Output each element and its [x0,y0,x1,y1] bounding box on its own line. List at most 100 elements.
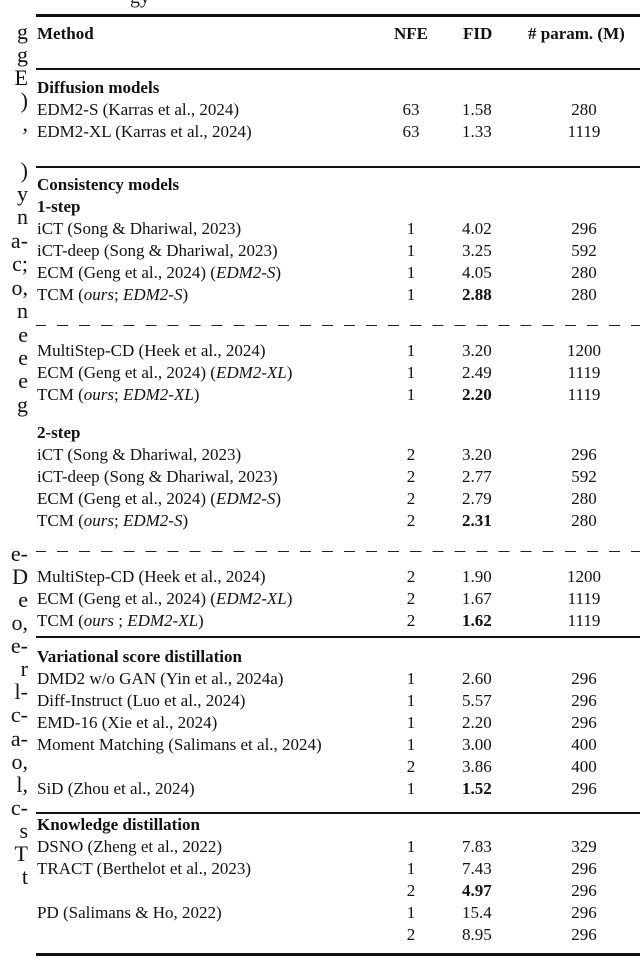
margin-text-fragment: g [17,42,28,67]
section-title: Knowledge distillation [37,815,200,834]
method-italic-part: ours [83,611,114,630]
fid-cell: 15.4 [462,903,492,922]
method-text-part: ; [113,385,123,404]
nfe-cell: 1 [406,385,416,404]
nfe-cell: 2 [406,757,416,776]
nfe-cell: 1 [406,363,416,382]
nfe-cell: 1 [406,263,416,282]
method-italic-part: ours [83,511,114,530]
margin-text-fragment: E [14,65,28,90]
nfe-cell: 1 [406,669,416,688]
nfe-cell: 1 [406,341,416,360]
method-cell: SiD (Zhou et al., 2024) [37,779,195,798]
margin-text-fragment: e [18,322,28,347]
margin-text-fragment: l, [16,772,28,797]
margin-text-fragment: ) [20,158,28,183]
method-cell: TCM (ours ; EDM2-XL) [37,610,204,632]
margin-text-fragment: e [18,345,28,370]
fid-cell: 3.25 [462,241,492,260]
nfe-cell: 1 [406,713,416,732]
method-text-part: TCM ( [37,285,84,304]
nfe-cell: 1 [406,241,416,260]
method-cell: EMD-16 (Xie et al., 2024) [37,713,218,732]
method-text-part: ECM (Geng et al., 2024) ( [37,363,216,382]
method-italic-part: EDM2-S [215,263,276,282]
params-cell: 280 [571,511,597,530]
dashed-separator [36,551,640,552]
nfe-cell: 1 [406,859,416,878]
params-cell: 400 [571,757,597,776]
margin-text-fragment: e- [10,633,28,658]
header-fid: FID [463,24,493,43]
method-italic-part: EDM2-XL [127,611,199,630]
fid-cell: 1.62 [462,611,492,630]
caption-fragment: gy [130,0,150,9]
table-bottom-rule [36,953,640,956]
nfe-cell: 1 [406,735,416,754]
method-cell: ECM (Geng et al., 2024) (EDM2-XL) [37,588,292,610]
fid-cell: 3.86 [462,757,492,776]
margin-text-fragment: t [21,864,28,889]
params-cell: 1119 [567,363,601,382]
fid-cell: 1.90 [462,567,492,586]
header-params: # param. (M) [528,24,625,43]
fid-cell: 1.52 [462,779,492,798]
fid-cell: 3.20 [462,341,492,360]
method-text-part: ) [182,285,189,304]
method-cell: TCM (ours; EDM2-XL) [37,384,199,406]
nfe-cell: 63 [402,122,420,141]
method-cell: TRACT (Berthelot et al., 2023) [37,859,252,878]
params-cell: 592 [571,467,597,486]
params-cell: 1119 [567,122,601,141]
method-cell: Moment Matching (Salimans et al., 2024) [37,735,322,754]
table-top-rule [36,14,640,17]
method-text-part: ) [198,611,204,630]
margin-text-fragment: e- [10,541,28,566]
margin-text-fragment: r [20,656,28,681]
nfe-cell: 2 [406,445,416,464]
method-cell: DMD2 w/o GAN (Yin et al., 2024a) [37,669,284,688]
params-cell: 1119 [567,611,601,630]
margin-text-fragment: n [17,204,28,229]
method-italic-part: EDM2-S [122,511,183,530]
fid-cell: 8.95 [462,925,492,944]
method-cell: EDM2-XL (Karras et al., 2024) [37,122,252,141]
fid-cell: 1.58 [462,100,492,119]
nfe-cell: 2 [406,611,416,630]
subsection-title: 1-step [37,197,81,216]
params-cell: 296 [571,713,597,732]
fid-cell: 7.83 [462,837,492,856]
method-text-part: ; [113,511,123,530]
margin-text-fragment: c- [10,702,28,727]
margin-text-fragment: l- [14,679,28,704]
nfe-cell: 1 [406,837,416,856]
params-cell: 280 [571,489,597,508]
fid-cell: 2.49 [462,363,492,382]
nfe-cell: 1 [406,285,416,304]
params-cell: 592 [571,241,597,260]
fid-cell: 1.67 [462,589,492,608]
nfe-cell: 63 [402,100,420,119]
fid-cell: 3.20 [462,445,492,464]
method-italic-part: ours [83,385,114,404]
method-cell: ECM (Geng et al., 2024) (EDM2-XL) [37,362,292,384]
margin-text-fragment: e [18,587,28,612]
nfe-cell: 1 [406,779,416,798]
fid-cell: 2.20 [462,713,492,732]
margin-text-fragment: a- [10,726,28,751]
params-cell: 329 [571,837,597,856]
margin-text-fragment: o, [11,275,29,300]
method-cell: PD (Salimans & Ho, 2022) [37,903,222,922]
table-header-rule [36,68,640,70]
margin-text-fragment: ) [20,88,28,113]
nfe-cell: 1 [406,691,416,710]
method-italic-part: ours [83,285,114,304]
fid-cell: 2.88 [462,285,492,304]
method-cell: MultiStep-CD (Heek et al., 2024) [37,567,266,586]
method-text-part: TCM ( [37,511,84,530]
method-text-part: ) [193,385,200,404]
method-text-part: TCM ( [37,611,84,630]
margin-text-fragment: c- [10,795,28,820]
params-cell: 1200 [567,567,601,586]
method-text-part: ) [275,263,282,282]
